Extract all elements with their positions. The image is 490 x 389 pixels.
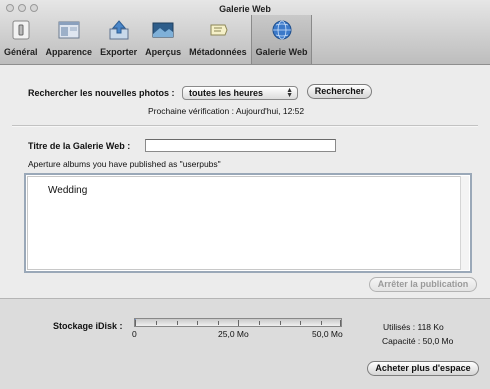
- storage-panel: Stockage iDisk : 0 25,0 Mo 50,0 Mo Utili…: [0, 298, 490, 389]
- storage-gauge: [134, 318, 342, 327]
- gauge-scale-min: 0: [132, 329, 137, 339]
- window-icon: [58, 21, 80, 39]
- tag-icon: [210, 24, 228, 36]
- tab-label: Galerie Web: [255, 47, 308, 57]
- updown-arrows-icon: ▲ ▼: [286, 87, 293, 99]
- web-gallery-pane: Rechercher les nouvelles photos : toutes…: [0, 65, 490, 389]
- export-icon: [109, 20, 129, 40]
- window-title: Galerie Web: [219, 4, 271, 14]
- gauge-tick: [280, 321, 281, 325]
- list-inner: [27, 176, 469, 270]
- stop-publishing-button[interactable]: Arrêter la publication: [369, 277, 477, 292]
- tab-web-gallery[interactable]: Galerie Web: [250, 15, 313, 64]
- frequency-popup[interactable]: toutes les heures ▲ ▼: [182, 86, 298, 100]
- storage-capacity-text: Capacité : 50,0 Mo: [382, 336, 454, 346]
- gauge-tick: [197, 321, 198, 325]
- tab-metadata[interactable]: Métadonnées: [185, 15, 251, 64]
- gauge-tick: [300, 321, 301, 325]
- gallery-title-label: Titre de la Galerie Web :: [28, 141, 131, 151]
- tab-label: Apparence: [45, 47, 93, 57]
- preferences-toolbar: Général Apparence Exporter Aperçus Métad…: [0, 15, 313, 64]
- gauge-tick: [218, 321, 219, 325]
- divider: [12, 125, 478, 127]
- tab-export[interactable]: Exporter: [96, 15, 141, 64]
- frequency-value: toutes les heures: [189, 88, 264, 98]
- gauge-tick: [156, 321, 157, 325]
- switch-icon: [12, 20, 30, 40]
- check-frequency-label: Rechercher les nouvelles photos :: [28, 88, 175, 98]
- published-albums-list[interactable]: Wedding: [24, 173, 472, 273]
- title-bar: Galerie Web Général Apparence Exporter A…: [0, 0, 490, 65]
- tab-label: Exporter: [100, 47, 138, 57]
- gauge-scale-max: 50,0 Mo: [312, 329, 343, 339]
- list-item[interactable]: Wedding: [48, 185, 87, 196]
- tab-label: Aperçus: [145, 47, 182, 57]
- tab-general[interactable]: Général: [0, 15, 42, 64]
- gauge-tick: [340, 320, 341, 326]
- gauge-tick: [238, 320, 239, 326]
- albums-caption: Aperture albums you have published as "u…: [28, 159, 221, 169]
- storage-label: Stockage iDisk :: [53, 321, 123, 331]
- storage-used-text: Utilisés : 118 Ko: [383, 322, 444, 332]
- list-scrollbar[interactable]: [460, 176, 469, 270]
- preview-icon: [152, 22, 174, 38]
- tab-label: Général: [4, 47, 38, 57]
- gallery-title-field[interactable]: [145, 139, 336, 152]
- search-button[interactable]: Rechercher: [307, 84, 372, 99]
- globe-icon: [272, 20, 292, 40]
- next-check-text: Prochaine vérification : Aujourd'hui, 12…: [148, 106, 305, 116]
- gauge-tick: [259, 321, 260, 325]
- buy-more-space-button[interactable]: Acheter plus d'espace: [367, 361, 479, 376]
- gauge-tick: [135, 320, 136, 326]
- preferences-window: Galerie Web Général Apparence Exporter A…: [0, 0, 490, 389]
- tab-appearance[interactable]: Apparence: [42, 15, 97, 64]
- tab-previews[interactable]: Aperçus: [141, 15, 185, 64]
- gauge-tick: [321, 321, 322, 325]
- gauge-tick: [177, 321, 178, 325]
- gauge-scale-mid: 25,0 Mo: [218, 329, 249, 339]
- tab-label: Métadonnées: [189, 47, 247, 57]
